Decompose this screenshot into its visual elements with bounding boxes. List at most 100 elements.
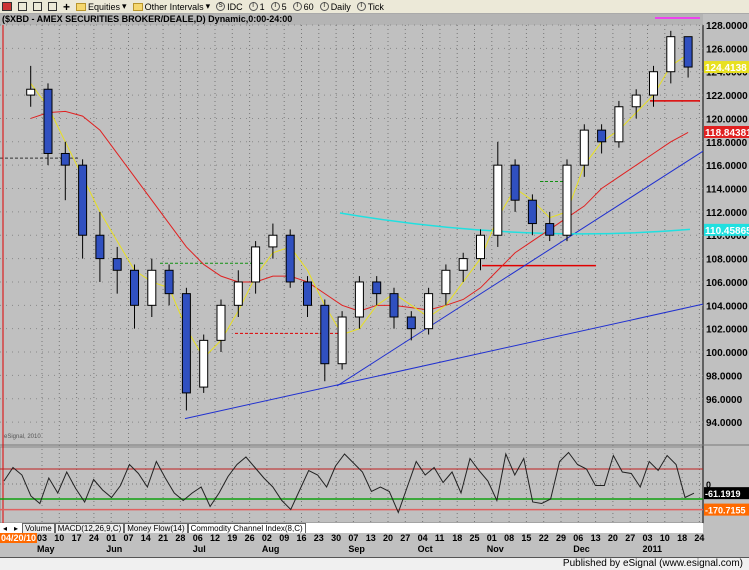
- price-tick-label: 102.0000: [706, 325, 748, 336]
- candle-body: [95, 234, 105, 260]
- candle-body: [614, 106, 624, 143]
- candle-body: [337, 316, 347, 365]
- candle-body: [666, 36, 676, 73]
- date-tick-label: 13: [365, 533, 376, 543]
- indicator-tab[interactable]: Commodity Channel Index(8,C): [187, 523, 306, 533]
- month-label: 2011: [642, 544, 663, 554]
- date-tick-label: 15: [521, 533, 532, 543]
- date-tick-label: 18: [677, 533, 688, 543]
- date-tick-label: 01: [106, 533, 117, 543]
- month-label: Aug: [261, 544, 280, 554]
- price-tick-label: 112.0000: [706, 208, 748, 219]
- date-tick-label: 10: [659, 533, 670, 543]
- price-label: 110.458656: [705, 226, 749, 237]
- date-tick-label: 06: [573, 533, 584, 543]
- candle-body: [216, 304, 226, 341]
- month-label: Jun: [106, 544, 123, 554]
- candle-body: [579, 129, 589, 166]
- watermark: eSignal, 2010: [4, 434, 41, 440]
- candle-body: [372, 281, 382, 295]
- candle-body: [631, 94, 641, 108]
- candle-body: [562, 164, 572, 236]
- price-tick-label: 126.0000: [706, 44, 748, 55]
- cci-current-label: -61.1919: [705, 489, 741, 499]
- indicator-tab[interactable]: Volume: [22, 523, 55, 533]
- date-tick-label: 01: [486, 533, 497, 543]
- date-tick-label: 09: [279, 533, 290, 543]
- date-tick-label: 16: [296, 533, 307, 543]
- candle-body: [164, 269, 174, 295]
- month-label: Oct: [417, 544, 433, 554]
- date-tick-label: 11: [434, 533, 445, 543]
- price-tick-label: 120.0000: [706, 114, 748, 125]
- month-label: Nov: [486, 544, 504, 554]
- candle-body: [683, 36, 693, 68]
- date-tick-label: 13: [590, 533, 601, 543]
- date-tick-label: 06: [192, 533, 203, 543]
- candle-body: [597, 129, 607, 143]
- indicator-tab[interactable]: MACD(12,26,9,C): [54, 523, 125, 533]
- candle-body: [545, 223, 555, 236]
- tab-scroll-left[interactable]: ◂: [0, 524, 10, 533]
- price-tick-label: 100.0000: [706, 348, 748, 359]
- month-label: Sep: [348, 544, 365, 554]
- date-tick-label: 07: [123, 533, 134, 543]
- date-tick-label: 14: [140, 533, 151, 543]
- candle-body: [527, 199, 537, 225]
- date-tick-label: 30: [331, 533, 342, 543]
- indicator-tab[interactable]: Money Flow(14): [124, 523, 188, 533]
- date-tick-label: 27: [400, 533, 411, 543]
- price-tick-label: 128.0000: [706, 21, 748, 32]
- date-tick-label: 26: [244, 533, 255, 543]
- price-tick-label: 122.0000: [706, 91, 748, 102]
- date-tick-label: 03: [37, 533, 48, 543]
- price-tick-label: 98.0000: [706, 371, 743, 382]
- candle-body: [78, 164, 88, 236]
- date-tick-label: 04: [417, 533, 428, 543]
- cci-lower-label: -170.7155: [705, 506, 746, 516]
- candle-body: [389, 293, 399, 318]
- price-tick-label: 116.0000: [706, 161, 748, 172]
- month-label: Jul: [192, 544, 206, 554]
- candle-body: [60, 152, 70, 166]
- candle-body: [303, 281, 312, 306]
- date-tick-label: 19: [227, 533, 238, 543]
- price-tick-label: 104.0000: [706, 301, 748, 312]
- price-tick-label: 106.0000: [706, 278, 748, 289]
- candle-body: [268, 234, 278, 248]
- date-tick-label: 21: [158, 533, 169, 543]
- candle-body: [320, 304, 330, 365]
- price-tick-label: 118.0000: [706, 138, 748, 149]
- date-tick-label: 10: [54, 533, 65, 543]
- candle-body: [43, 88, 53, 154]
- start-date: 04/20/10: [0, 533, 38, 543]
- candle-body: [441, 269, 451, 295]
- date-tick-label: 23: [313, 533, 324, 543]
- candle-body: [26, 88, 36, 96]
- indicator-tabs: ◂ ▸ Volume MACD(12,26,9,C) Money Flow(14) C…: [0, 523, 703, 533]
- candle-body: [476, 234, 485, 260]
- tab-scroll-right[interactable]: ▸: [10, 524, 22, 533]
- date-tick-label: 27: [625, 533, 636, 543]
- candle-body: [147, 269, 157, 306]
- candle-body: [233, 281, 243, 306]
- candle-body: [181, 293, 191, 394]
- date-tick-label: 17: [71, 533, 82, 543]
- candle-body: [130, 269, 139, 306]
- candle-body: [649, 71, 658, 96]
- date-tick-label: 24: [694, 533, 705, 543]
- price-chart[interactable]: 94.0000 96.0000 98.0000 100.0000 102.0000 104…: [0, 0, 749, 533]
- price-label: 124.4138: [705, 63, 747, 74]
- month-label: May: [37, 544, 55, 554]
- date-tick-label: 08: [504, 533, 515, 543]
- candle-body: [458, 258, 468, 271]
- date-tick-label: 02: [261, 533, 272, 543]
- price-label: 118.843812: [705, 128, 749, 139]
- candle-body: [424, 293, 434, 330]
- footer: Published by eSignal (www.esignal.com): [0, 557, 749, 570]
- candle-body: [354, 281, 364, 318]
- date-tick-label: 22: [538, 533, 549, 543]
- price-tick-label: 94.0000: [706, 418, 743, 429]
- candle-body: [199, 339, 209, 388]
- price-tick-label: 96.0000: [706, 395, 743, 406]
